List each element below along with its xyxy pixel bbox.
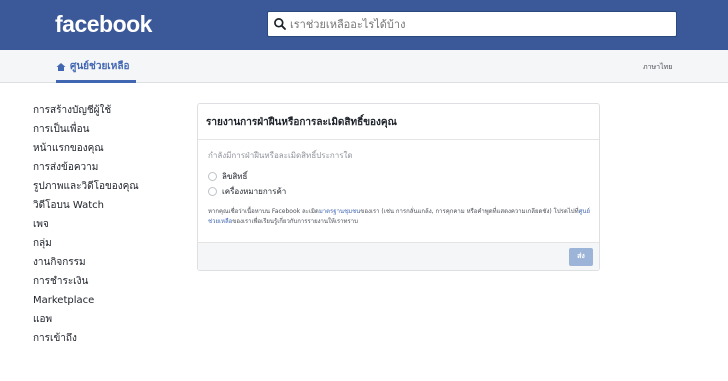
form-body: กำลังมีการฝ่าฝืนหรือละเมิดสิทธิ์ประการใด… xyxy=(198,140,599,227)
sidebar-item-home[interactable]: หน้าแรกของคุณ xyxy=(33,142,139,161)
sidebar-item-photos-videos[interactable]: รูปภาพและวิดีโอของคุณ xyxy=(33,180,139,199)
help-center-subheader: ศูนย์ช่วยเหลือ ภาษาไทย xyxy=(0,50,728,83)
community-standards-note: หากคุณเชื่อว่าเนื้อหาบน Facebook ละเมิดม… xyxy=(208,207,593,227)
top-navigation-bar: facebook xyxy=(0,0,728,50)
language-selector[interactable]: ภาษาไทย xyxy=(643,62,672,73)
sidebar-item-groups[interactable]: กลุ่ม xyxy=(33,237,139,256)
report-violation-form: รายงานการฝ่าฝืนหรือการละเมิดสิทธิ์ของคุณ… xyxy=(197,103,600,271)
sidebar-item-accessibility[interactable]: การเข้าถึง xyxy=(33,332,139,351)
help-center-link[interactable]: ศูนย์ช่วยเหลือ xyxy=(56,59,136,83)
sidebar-item-watch[interactable]: วิดีโอบน Watch xyxy=(33,199,139,218)
search-icon xyxy=(274,18,286,30)
option-copyright-label: ลิขสิทธิ์ xyxy=(222,172,248,181)
sidebar-item-friending[interactable]: การเป็นเพื่อน xyxy=(33,123,139,142)
sidebar-item-marketplace[interactable]: Marketplace xyxy=(33,294,139,313)
sidebar-item-messaging[interactable]: การส่งข้อความ xyxy=(33,161,139,180)
sidebar-item-events[interactable]: งานกิจกรรม xyxy=(33,256,139,275)
help-topics-sidebar: การสร้างบัญชีผู้ใช้ การเป็นเพื่อน หน้าแร… xyxy=(33,104,139,351)
option-copyright[interactable]: ลิขสิทธิ์ xyxy=(208,169,589,184)
copyright-radio[interactable] xyxy=(208,172,217,181)
active-tab-indicator xyxy=(56,80,136,83)
option-trademark[interactable]: เครื่องหมายการค้า xyxy=(208,184,589,199)
help-center-label: ศูนย์ช่วยเหลือ xyxy=(70,61,130,72)
facebook-logo[interactable]: facebook xyxy=(55,11,152,38)
sidebar-item-create-account[interactable]: การสร้างบัญชีผู้ใช้ xyxy=(33,104,139,123)
community-standards-link[interactable]: มาตรฐานชุมชน xyxy=(319,208,360,215)
note-text-start: หากคุณเชื่อว่าเนื้อหาบน Facebook ละเมิด xyxy=(208,208,319,215)
sidebar-item-pages[interactable]: เพจ xyxy=(33,218,139,237)
sidebar-item-apps[interactable]: แอพ xyxy=(33,313,139,332)
note-text-middle: ของเรา (เช่น การกลั่นแกล้ง, การคุกคาม หร… xyxy=(360,208,579,215)
form-footer: ส่ง xyxy=(198,242,599,270)
option-trademark-label: เครื่องหมายการค้า xyxy=(222,187,287,196)
form-title: รายงานการฝ่าฝืนหรือการละเมิดสิทธิ์ของคุณ xyxy=(198,104,599,140)
send-button[interactable]: ส่ง xyxy=(569,248,593,266)
home-icon xyxy=(56,62,66,71)
trademark-radio[interactable] xyxy=(208,187,217,196)
note-text-end: ของเราเพื่อเรียนรู้เกี่ยวกับการรายงานให้… xyxy=(232,218,358,225)
search-box[interactable] xyxy=(267,11,677,37)
sidebar-item-payments[interactable]: การชำระเงิน xyxy=(33,275,139,294)
search-input[interactable] xyxy=(290,15,670,33)
form-question: กำลังมีการฝ่าฝืนหรือละเมิดสิทธิ์ประการใด xyxy=(208,151,353,160)
